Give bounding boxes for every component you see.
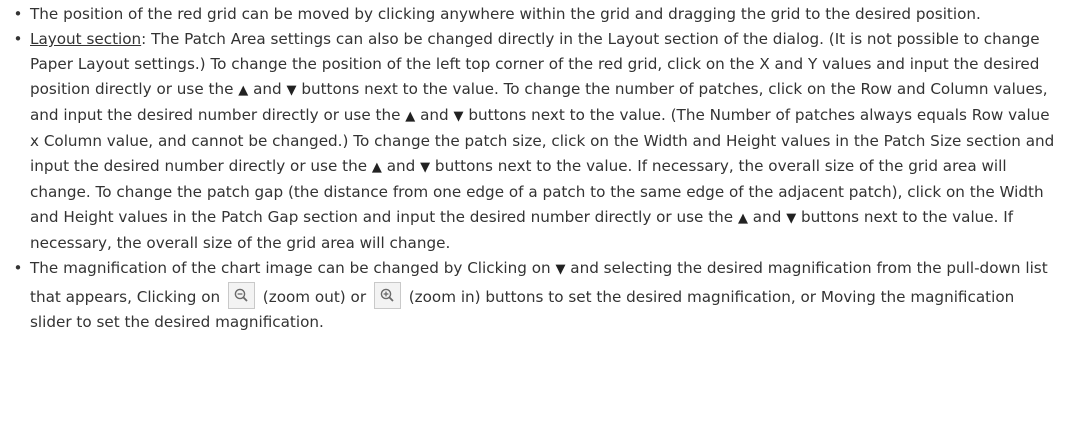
down-arrow-icon: ▼ xyxy=(555,262,566,277)
up-arrow-icon: ▲ xyxy=(238,83,249,98)
bullet-marker: • xyxy=(13,30,23,48)
paragraph-text: and xyxy=(415,106,454,124)
paragraph-text: and xyxy=(747,208,787,226)
paragraph-text: The magnification of the chart image can… xyxy=(30,259,556,277)
paragraph-text: and xyxy=(381,157,421,175)
bullet-list: • The position of the red grid can be mo… xyxy=(10,2,1058,335)
paragraph-text: (zoom out) or xyxy=(257,288,371,306)
paragraph-text: and xyxy=(248,80,287,98)
list-item-layout-section: • Layout section: The Patch Area setting… xyxy=(10,27,1058,256)
down-arrow-icon: ▼ xyxy=(786,211,797,226)
bullet-marker: • xyxy=(13,259,23,277)
zoom-out-icon xyxy=(234,288,248,302)
up-arrow-icon: ▲ xyxy=(737,211,748,226)
list-item-grid-drag: • The position of the red grid can be mo… xyxy=(10,2,1058,27)
down-arrow-icon: ▼ xyxy=(286,83,297,98)
paragraph-text: The position of the red grid can be move… xyxy=(30,5,981,23)
list-item-magnification: • The magnification of the chart image c… xyxy=(10,256,1058,335)
down-arrow-icon: ▼ xyxy=(453,109,464,124)
down-arrow-icon: ▼ xyxy=(420,160,431,175)
up-arrow-icon: ▲ xyxy=(405,109,416,124)
layout-section-heading: Layout section xyxy=(30,30,142,48)
zoom-out-button[interactable] xyxy=(227,282,255,309)
zoom-in-icon xyxy=(380,288,394,302)
document-body: • The position of the red grid can be mo… xyxy=(0,0,1072,335)
bullet-marker: • xyxy=(13,5,23,23)
zoom-in-button[interactable] xyxy=(373,282,401,309)
up-arrow-icon: ▲ xyxy=(371,160,382,175)
